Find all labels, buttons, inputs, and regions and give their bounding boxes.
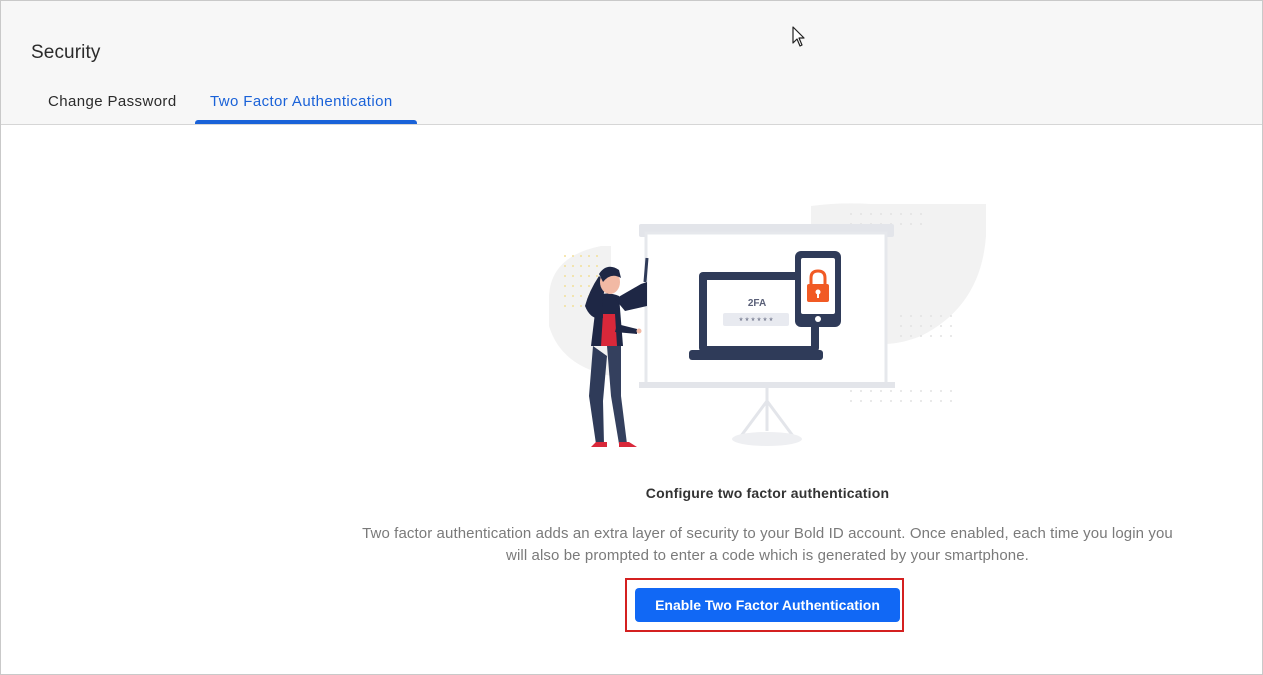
two-factor-illustration: 2FA * * * * * * xyxy=(549,203,986,447)
description-text: Two factor authentication adds an extra … xyxy=(341,523,1194,567)
active-tab-indicator xyxy=(195,120,417,124)
tab-two-factor-authentication[interactable]: Two Factor Authentication xyxy=(210,93,393,110)
svg-text:2FA: 2FA xyxy=(748,298,766,309)
description-line-2: will also be prompted to enter a code wh… xyxy=(506,547,1029,564)
mouse-cursor-icon xyxy=(792,26,805,47)
app-window: Security Change Password Two Factor Auth… xyxy=(0,0,1263,675)
configure-heading: Configure two factor authentication xyxy=(645,485,890,501)
presenter-figure xyxy=(585,257,649,447)
tab-change-password[interactable]: Change Password xyxy=(48,93,177,110)
page-title: Security xyxy=(31,42,101,63)
description-line-1: Two factor authentication adds an extra … xyxy=(362,525,1173,542)
page-header: Security Change Password Two Factor Auth… xyxy=(1,1,1262,125)
enable-two-factor-button[interactable]: Enable Two Factor Authentication xyxy=(635,588,900,622)
svg-text:* * * * * *: * * * * * * xyxy=(739,316,773,326)
